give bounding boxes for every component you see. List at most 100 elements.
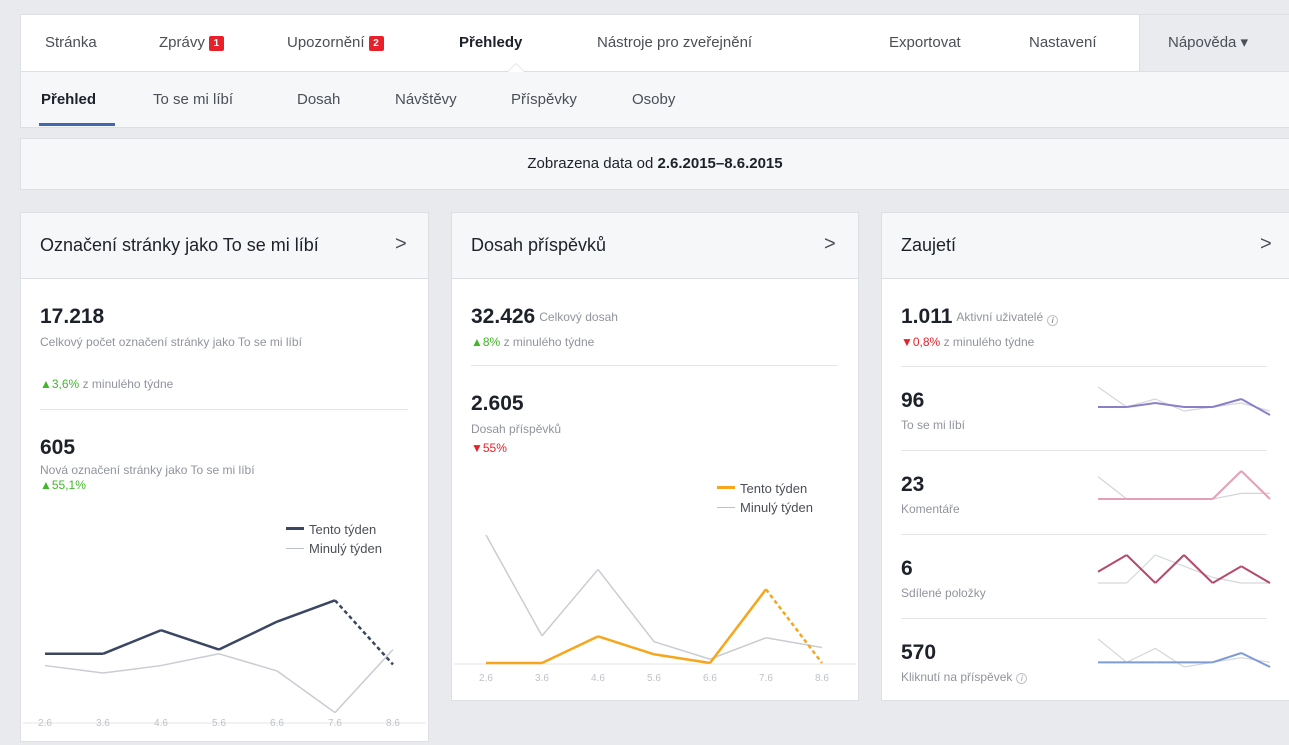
nav-item-export[interactable]: Exportovat — [889, 15, 961, 71]
legend-current-week: Tento týden — [717, 481, 807, 496]
previous-week-line-segment — [102, 664, 162, 674]
nav-item-notifications[interactable]: Upozornění 2 — [287, 15, 384, 71]
current-week-line-segment — [160, 629, 220, 651]
clicks-row-label: Kliknutí na příspěvek i — [901, 669, 1028, 685]
post-reach-label: Dosah příspěvků — [471, 422, 562, 436]
nav-item-messages-label: Zprávy — [159, 34, 205, 51]
previous-week-line-segment — [765, 637, 823, 649]
active-users-number: 1.011 — [901, 305, 953, 328]
chevron-right-icon[interactable]: > — [1260, 233, 1272, 256]
legend-current-label: Tento týden — [740, 481, 808, 496]
legend-previous-week: Minulý týden — [286, 541, 382, 556]
subnav-item-visits[interactable]: Návštěvy — [395, 72, 457, 127]
nav-item-page[interactable]: Stránka — [45, 15, 97, 71]
likes-card-header[interactable]: Označení stránky jako To se mi líbí > — [21, 213, 428, 279]
sparkline-current-segment — [1097, 554, 1128, 573]
previous-week-line-segment — [44, 664, 104, 674]
total-likes-value: 17.218 — [40, 305, 105, 328]
engagement-card-header[interactable]: Zaujetí > — [882, 213, 1289, 279]
nav-item-publishing-tools-label: Nástroje pro zveřejnění — [597, 34, 753, 51]
total-reach-change-suffix: z minulého týdne — [500, 335, 595, 349]
subnav-item-reach[interactable]: Dosah — [297, 72, 340, 127]
previous-week-line-segment — [334, 649, 394, 714]
subnav-item-likes[interactable]: To se mi líbí — [153, 72, 233, 127]
subnav-item-posts-label: Příspěvky — [511, 91, 577, 108]
clicks-row-label-text: Kliknutí na příspěvek — [901, 670, 1013, 684]
current-week-line-segment — [102, 629, 162, 655]
x-tick-label: 8.6 — [815, 673, 829, 684]
x-tick-label: 6.6 — [703, 673, 717, 684]
divider — [901, 450, 1267, 451]
sparkline-current-segment — [1240, 565, 1271, 584]
notifications-badge: 2 — [368, 36, 384, 51]
nav-item-notifications-label: Upozornění — [287, 34, 365, 51]
previous-week-line-segment — [485, 534, 543, 637]
x-tick-label: 4.6 — [154, 718, 168, 729]
subnav-item-posts[interactable]: Příspěvky — [511, 72, 577, 127]
subnav-item-people[interactable]: Osoby — [632, 72, 675, 127]
new-likes-label: Nová označení stránky jako To se mi líbí — [40, 463, 255, 477]
legend-previous-label: Minulý týden — [740, 500, 813, 515]
reach-line-chart: 2.6 3.6 4.6 5.6 6.6 7.6 8.6 — [454, 534, 856, 684]
info-icon[interactable]: i — [1047, 315, 1059, 326]
top-nav: Stránka Zprávy 1 Upozornění 2 Přehledy Nás… — [20, 14, 1289, 72]
x-tick-label: 4.6 — [591, 673, 605, 684]
current-week-line-segment — [709, 588, 767, 664]
sparkline-previous-segment — [1126, 647, 1156, 663]
divider — [901, 618, 1267, 619]
x-tick-label: 2.6 — [38, 718, 52, 729]
subnav-item-overview-label: Přehled — [41, 91, 97, 108]
previous-week-line-segment — [218, 653, 278, 672]
total-reach-label: Celkový dosah — [539, 310, 618, 324]
nav-item-settings[interactable]: Nastavení — [1029, 15, 1097, 71]
divider — [471, 365, 837, 366]
reach-card-header[interactable]: Dosah příspěvků > — [452, 213, 858, 279]
divider — [40, 409, 408, 410]
previous-week-line-segment — [709, 637, 767, 660]
comments-sparkline — [1097, 470, 1271, 500]
clicks-row-value: 570 — [901, 641, 937, 664]
new-likes-value: 605 — [40, 436, 76, 459]
chevron-right-icon[interactable]: > — [395, 233, 407, 256]
active-subnav-underline — [39, 123, 115, 126]
total-reach-change-value: ▲8% — [471, 335, 501, 349]
previous-week-line-segment — [541, 568, 599, 637]
nav-item-messages[interactable]: Zprávy 1 — [159, 15, 224, 71]
x-tick-label: 7.6 — [759, 673, 773, 684]
nav-item-insights-label: Přehledy — [459, 34, 523, 51]
legend-current-week: Tento týden — [286, 522, 376, 537]
help-button-label: Nápověda ▾ — [1168, 34, 1249, 51]
comments-row-value: 23 — [901, 473, 925, 496]
likes-row-value: 96 — [901, 389, 925, 412]
sparkline-current-segment — [1155, 402, 1185, 408]
nav-item-page-label: Stránka — [45, 34, 97, 51]
total-reach-change: ▲8% z minulého týdne — [471, 335, 594, 349]
legend-current-label: Tento týden — [309, 522, 377, 537]
likes-row-label: To se mi líbí — [901, 418, 966, 432]
post-reach-value: 2.605 — [471, 392, 524, 415]
help-button[interactable]: Nápověda ▾ — [1139, 15, 1289, 71]
nav-item-export-label: Exportovat — [889, 34, 961, 51]
shares-row-value: 6 — [901, 557, 913, 580]
sub-nav: Přehled To se mi líbí Dosah Návštěvy Pří… — [20, 72, 1289, 128]
subnav-item-overview[interactable]: Přehled — [41, 72, 96, 127]
chevron-right-icon[interactable]: > — [824, 233, 836, 256]
legend-previous-swatch — [286, 548, 304, 549]
legend-previous-week: Minulý týden — [717, 500, 813, 515]
current-week-line-segment — [334, 599, 394, 666]
divider — [901, 534, 1267, 535]
subnav-item-likes-label: To se mi líbí — [153, 91, 234, 108]
date-range-prefix: Zobrazena data od — [527, 155, 658, 172]
sparkline-previous-segment — [1155, 647, 1185, 668]
sparkline-current-segment — [1240, 398, 1271, 416]
nav-item-settings-label: Nastavení — [1029, 34, 1097, 51]
current-week-line-segment — [218, 620, 278, 651]
legend-previous-swatch — [717, 507, 735, 508]
sparkline-current-segment — [1183, 554, 1214, 584]
subnav-item-visits-label: Návštěvy — [395, 91, 457, 108]
subnav-item-reach-label: Dosah — [297, 91, 341, 108]
info-icon[interactable]: i — [1016, 673, 1028, 684]
x-tick-label: 5.6 — [212, 718, 226, 729]
total-likes-change: ▲3,6% z minulého týdne — [40, 377, 173, 391]
nav-item-publishing-tools[interactable]: Nástroje pro zveřejnění — [597, 15, 752, 71]
